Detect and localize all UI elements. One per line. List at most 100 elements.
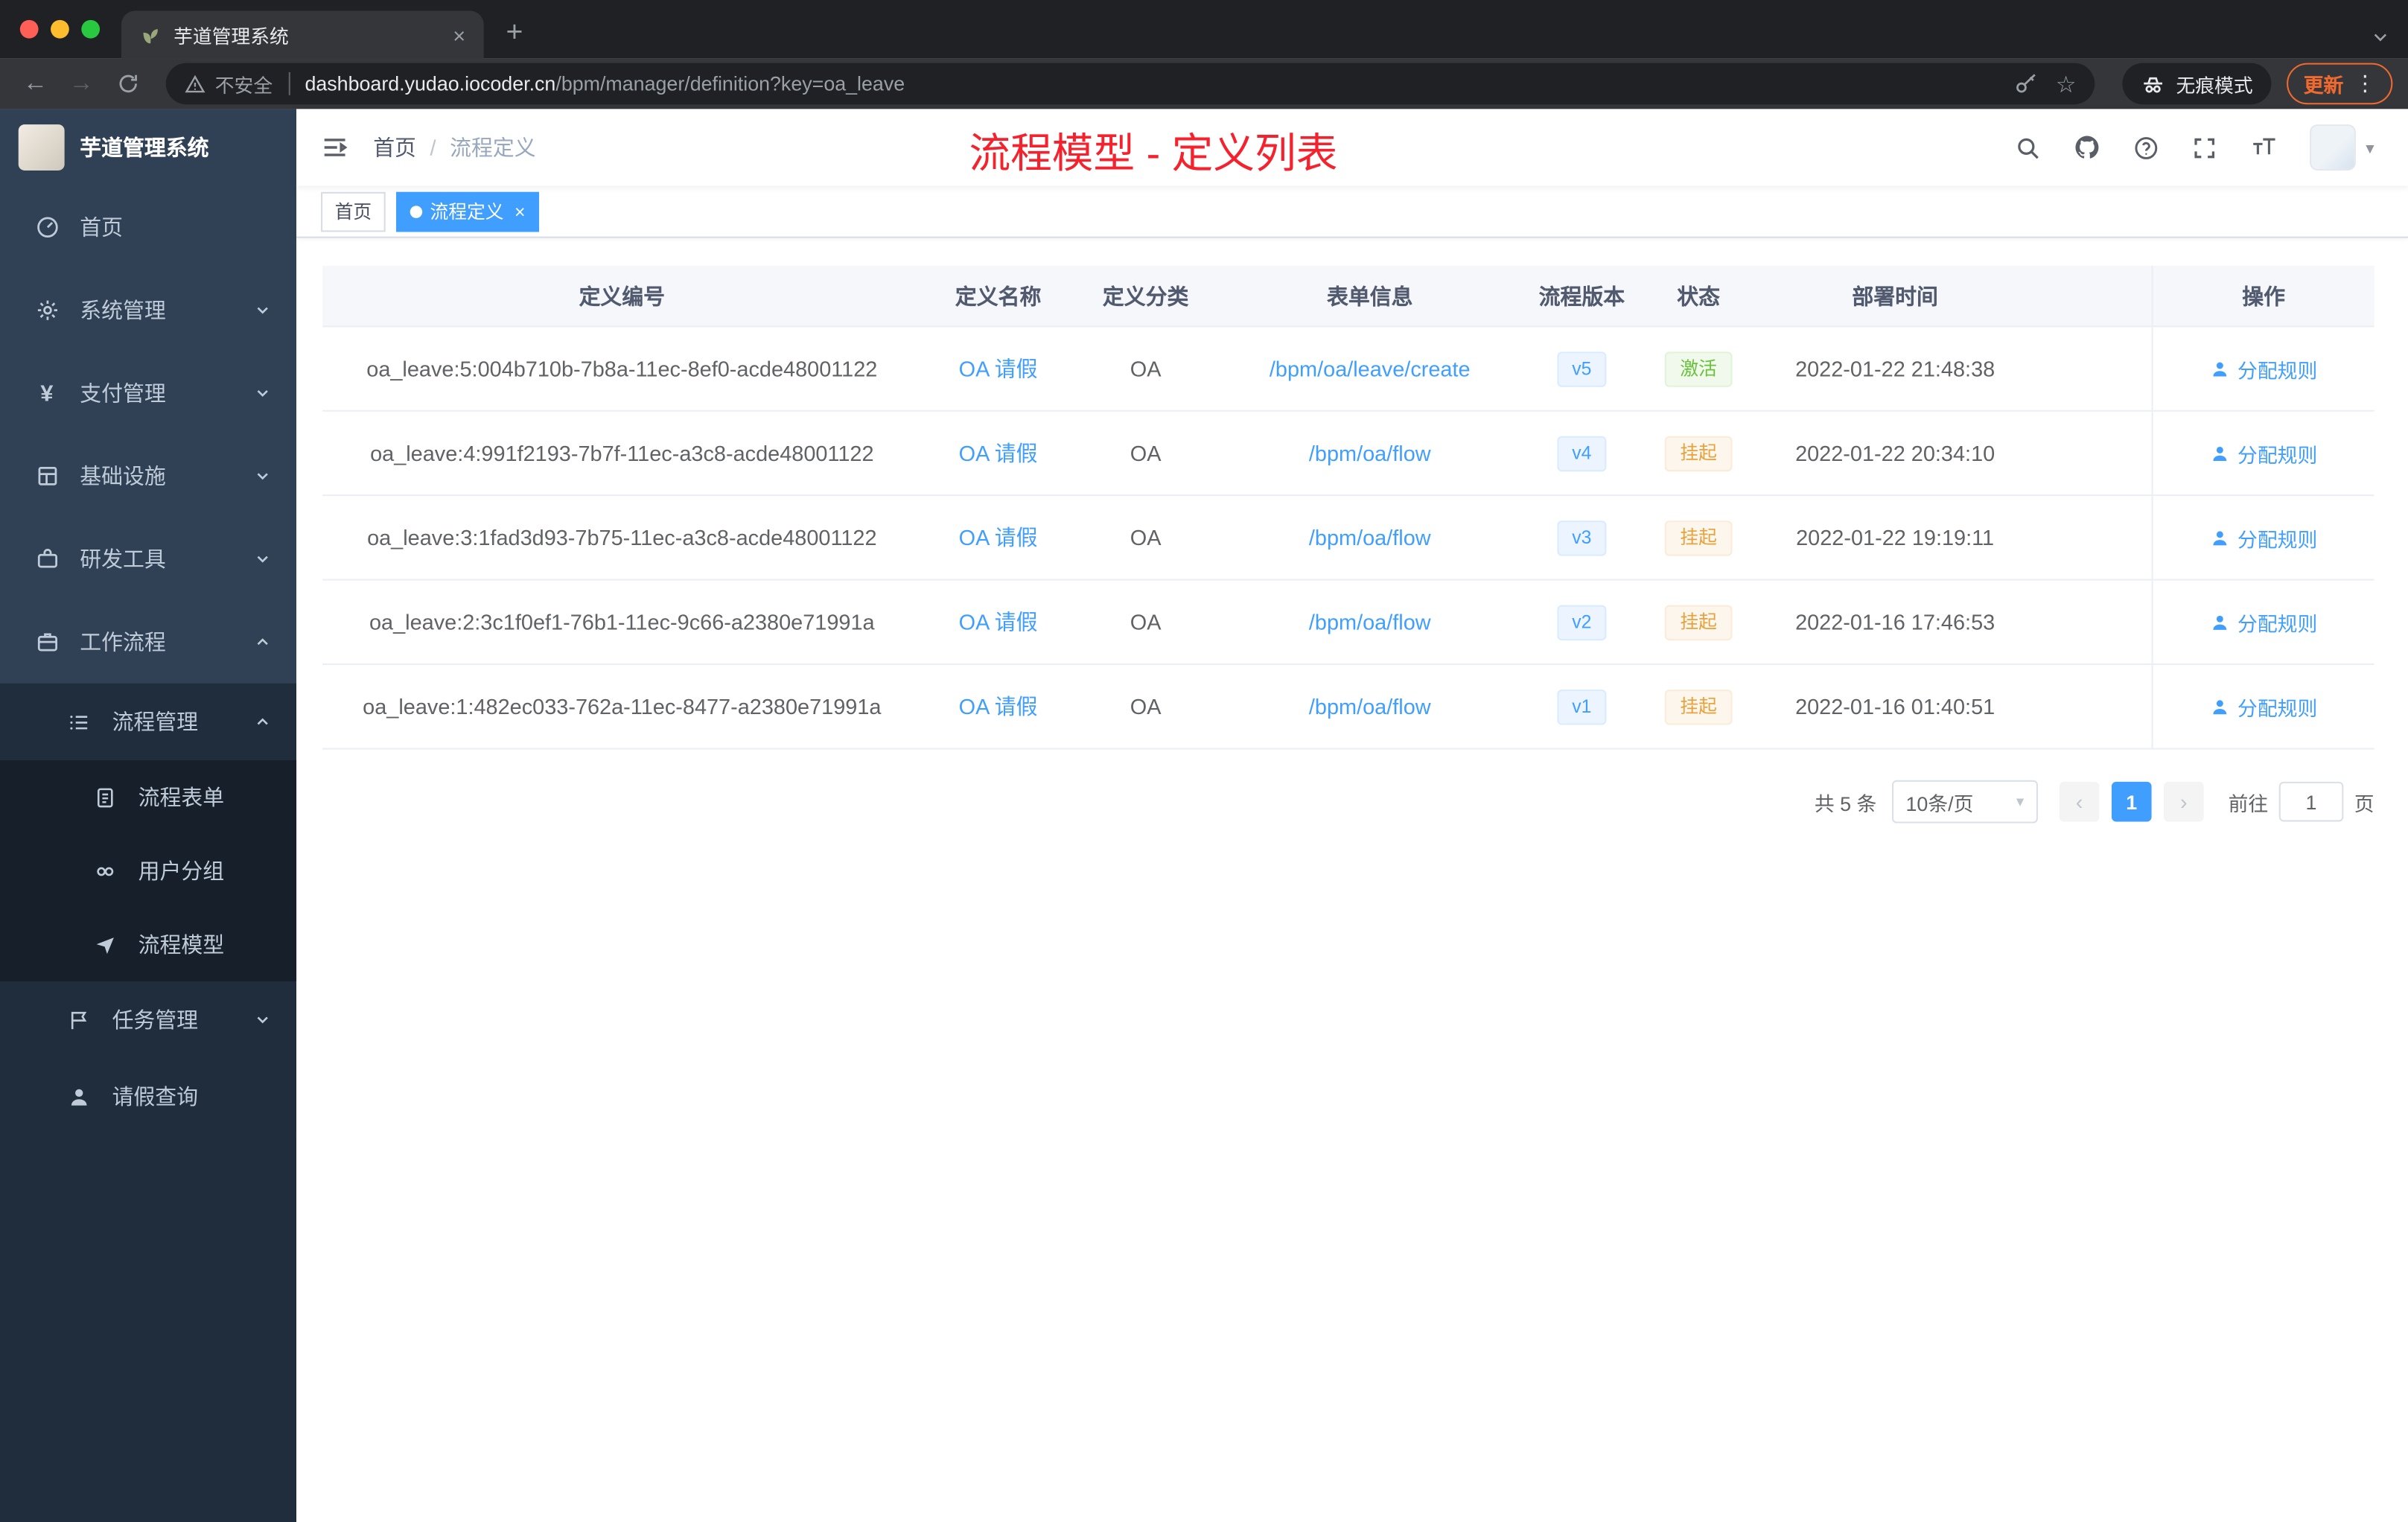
github-icon[interactable]: [2074, 133, 2101, 161]
password-key-icon[interactable]: [2013, 71, 2037, 96]
form-link[interactable]: /bpm/oa/flow: [1309, 694, 1431, 719]
assign-rule-button[interactable]: 分配规则: [2210, 439, 2317, 468]
fullscreen-icon[interactable]: [2192, 134, 2218, 160]
assign-rule-button[interactable]: 分配规则: [2210, 692, 2317, 721]
chevron-down-icon: [253, 1010, 272, 1029]
form-link[interactable]: /bpm/oa/flow: [1309, 441, 1431, 465]
table-header: 定义编号 定义名称 定义分类 表单信息 流程版本 状态 部署时间 操作: [322, 265, 2374, 328]
assign-rule-button[interactable]: 分配规则: [2210, 354, 2317, 383]
definition-name-link[interactable]: OA 请假: [959, 522, 1038, 553]
sidebar-item-dev-tools[interactable]: 研发工具: [0, 518, 296, 600]
navbar-actions: ▾: [2016, 124, 2374, 171]
chevron-up-icon: [253, 713, 272, 731]
workflow-submenu: 流程管理 流程表单 用户分组 流程模型 任务管理 请假查询: [0, 683, 297, 1136]
total-count: 共 5 条: [1814, 792, 1877, 815]
bookmark-star-icon[interactable]: ☆: [2056, 70, 2077, 98]
definition-name-link[interactable]: OA 请假: [959, 438, 1038, 468]
dashboard-icon: [34, 215, 60, 240]
forward-button[interactable]: →: [62, 64, 102, 104]
sidebar-item-task-management[interactable]: 任务管理: [0, 981, 296, 1058]
assign-rule-button[interactable]: 分配规则: [2210, 608, 2317, 637]
sidebar-item-process-model[interactable]: 流程模型: [0, 907, 297, 981]
sidebar-item-leave-query[interactable]: 请假查询: [0, 1058, 296, 1135]
table-row: oa_leave:1:482ec033-762a-11ec-8477-a2380…: [322, 665, 2374, 750]
page-size-select[interactable]: 10条/页 ▾: [1891, 780, 2038, 824]
browser-tab[interactable]: 芋道管理系统 ×: [121, 10, 484, 59]
update-label: 更新: [2303, 74, 2344, 97]
column-header: 操作: [2151, 265, 2374, 326]
tag-close-icon[interactable]: ×: [515, 200, 525, 222]
sidebar-item-workflow[interactable]: 工作流程: [0, 600, 296, 683]
avatar[interactable]: [2310, 124, 2357, 171]
sidebar-item-user-group[interactable]: 用户分组: [0, 833, 297, 908]
sidebar-item-system-management[interactable]: 系统管理: [0, 269, 296, 351]
sidebar-item-process-form[interactable]: 流程表单: [0, 760, 297, 834]
caret-down-icon: ▾: [2366, 138, 2374, 158]
app-title: 芋道管理系统: [80, 135, 209, 160]
version-tag: v2: [1556, 604, 1608, 640]
status-badge: 挂起: [1664, 520, 1733, 555]
user-menu[interactable]: ▾: [2310, 124, 2374, 171]
page-unit-label: 页: [2354, 792, 2374, 815]
deploy-time: 2022-01-16 17:46:53: [1795, 609, 1995, 634]
update-browser-button[interactable]: 更新 ⋮: [2287, 63, 2393, 105]
prev-page-button[interactable]: ‹: [2059, 781, 2100, 822]
sidebar-item-infrastructure[interactable]: 基础设施: [0, 435, 296, 518]
sidebar-item-process-management[interactable]: 流程管理: [0, 684, 296, 760]
table-row: oa_leave:4:991f2193-7b7f-11ec-a3c8-acde4…: [322, 411, 2374, 497]
definition-name-link[interactable]: OA 请假: [959, 691, 1038, 722]
deploy-time: 2022-01-16 01:40:51: [1795, 694, 1995, 719]
gear-icon: [34, 298, 60, 322]
main-area: 首页 / 流程定义 流程模型 - 定义列表 ▾ 首页 流程定义 × 定义编号 定…: [296, 109, 2408, 1522]
search-icon[interactable]: [2016, 134, 2042, 160]
assign-rule-button[interactable]: 分配规则: [2210, 523, 2317, 552]
sidebar-item-home[interactable]: 首页: [0, 186, 296, 269]
definition-name-link[interactable]: OA 请假: [959, 353, 1038, 383]
definition-category: OA: [1130, 694, 1162, 719]
reload-button[interactable]: [107, 64, 147, 104]
breadcrumb-home[interactable]: 首页: [373, 132, 416, 162]
app-logo: 芋道管理系统: [0, 109, 296, 185]
form-link[interactable]: /bpm/oa/flow: [1309, 525, 1431, 550]
tag-home[interactable]: 首页: [321, 191, 386, 232]
column-header: 表单信息: [1327, 283, 1413, 308]
browser-tab-bar: 芋道管理系统 × +: [0, 0, 2408, 59]
help-icon[interactable]: [2134, 134, 2160, 160]
goto-page-input[interactable]: [2278, 781, 2344, 822]
chevron-up-icon: [253, 633, 272, 652]
form-link[interactable]: /bpm/oa/flow: [1309, 610, 1431, 634]
status-badge: 挂起: [1664, 604, 1733, 640]
zoom-window-button[interactable]: [81, 19, 101, 39]
next-page-button[interactable]: ›: [2163, 781, 2204, 822]
tab-search-icon[interactable]: [2372, 28, 2390, 46]
status-badge: 挂起: [1664, 689, 1733, 725]
page-number-button[interactable]: 1: [2111, 781, 2152, 822]
new-tab-button[interactable]: +: [493, 13, 536, 56]
top-navbar: 首页 / 流程定义 流程模型 - 定义列表 ▾: [296, 109, 2408, 186]
close-window-button[interactable]: [19, 19, 39, 39]
incognito-icon: [2141, 71, 2165, 96]
back-button[interactable]: ←: [16, 64, 56, 104]
sidebar: 芋道管理系统 首页 系统管理 ¥ 支付管理 基础设施 研发工具 工作流程 流程管…: [0, 109, 297, 1522]
address-bar[interactable]: 不安全 dashboard.yudao.iocoder.cn/bpm/manag…: [165, 63, 2095, 105]
incognito-badge: 无痕模式: [2122, 63, 2272, 105]
sidebar-item-payment-management[interactable]: ¥ 支付管理: [0, 351, 296, 434]
deploy-time: 2022-01-22 21:48:38: [1795, 356, 1995, 381]
form-link[interactable]: /bpm/oa/leave/create: [1270, 357, 1471, 381]
definition-category: OA: [1130, 356, 1162, 381]
tag-process-definition[interactable]: 流程定义 ×: [396, 191, 540, 232]
tab-favicon-icon: [140, 24, 162, 45]
definition-name-link[interactable]: OA 请假: [959, 607, 1038, 637]
minimize-window-button[interactable]: [51, 19, 69, 39]
table-row: oa_leave:3:1fad3d93-7b75-11ec-a3c8-acde4…: [322, 496, 2374, 581]
toolbox-icon: [34, 547, 60, 571]
hamburger-icon[interactable]: [321, 133, 348, 161]
security-status[interactable]: 不安全: [185, 69, 273, 98]
chrome-menu-icon[interactable]: ⋮: [2354, 71, 2376, 97]
column-header: 流程版本: [1538, 283, 1625, 308]
tab-close-icon[interactable]: ×: [447, 22, 471, 47]
font-size-icon[interactable]: [2251, 133, 2278, 161]
